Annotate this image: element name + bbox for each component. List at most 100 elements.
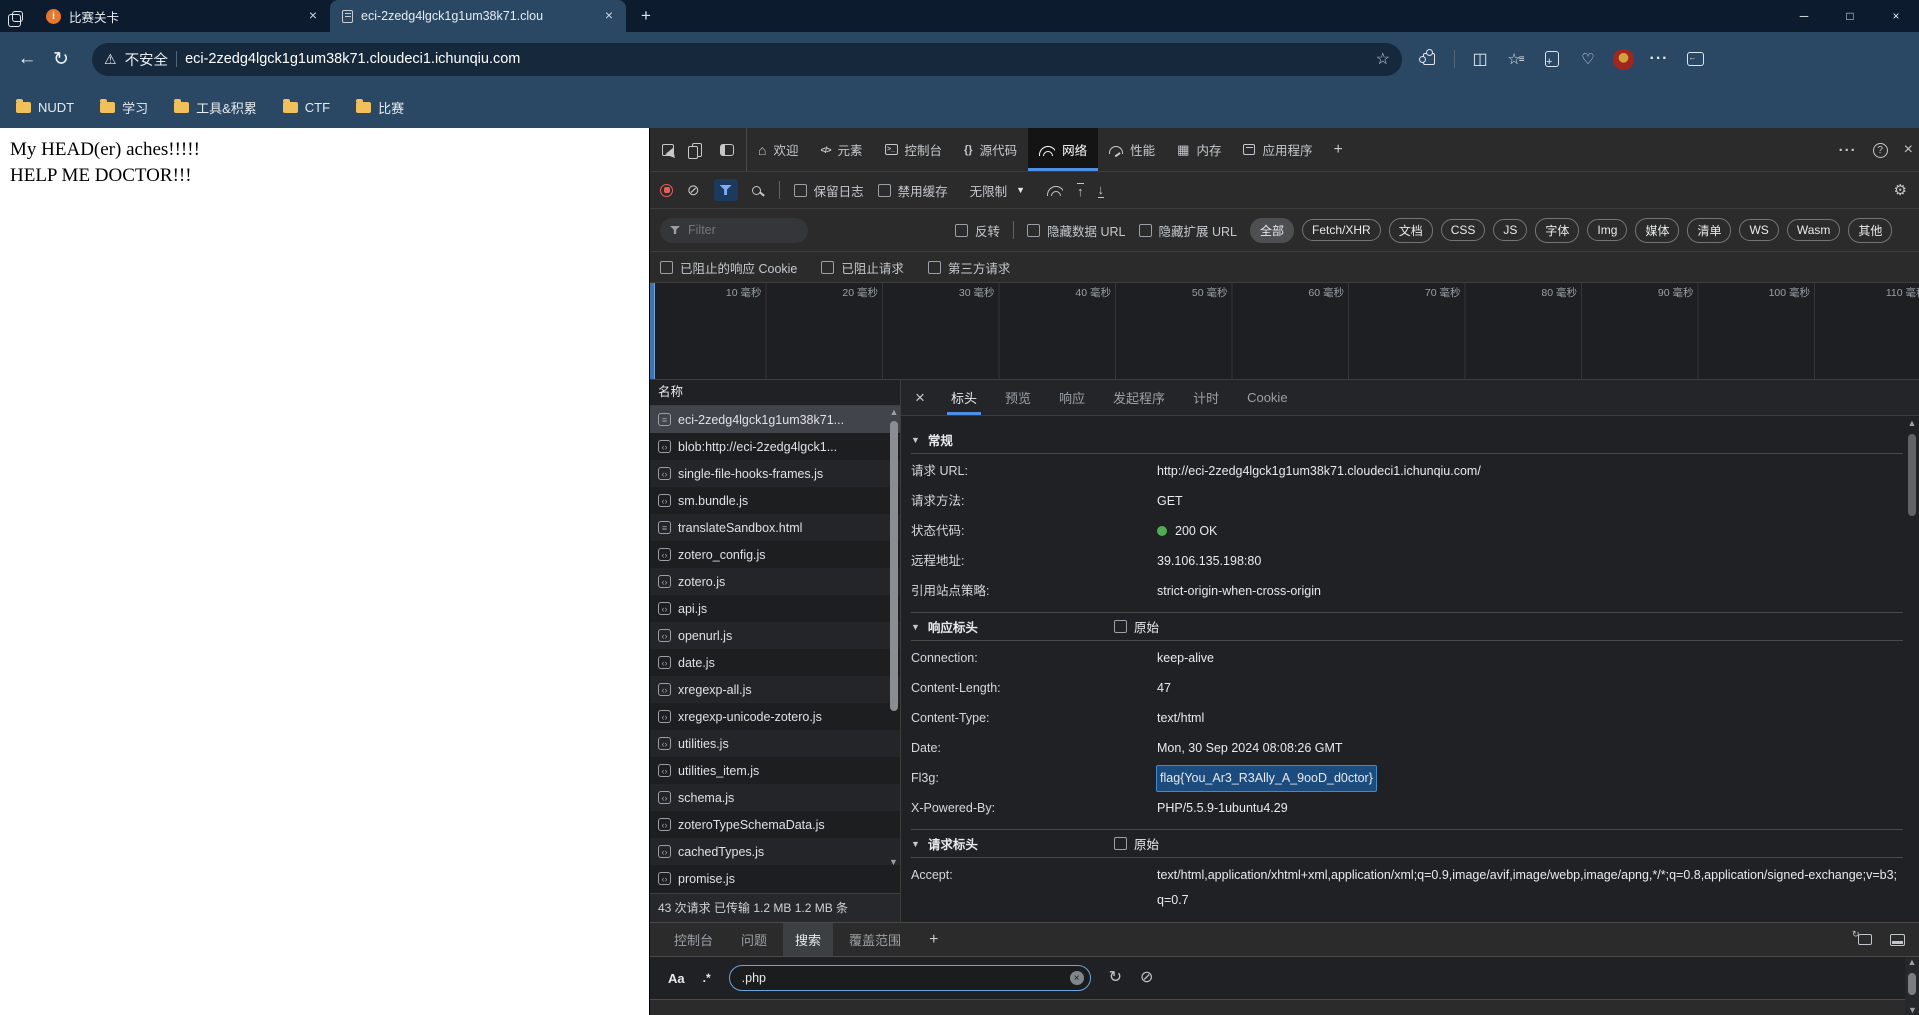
details-tab[interactable]: Cookie <box>1235 380 1299 415</box>
details-tab[interactable]: 预览 <box>993 380 1043 415</box>
request-row[interactable]: xregexp-unicode-zotero.js <box>650 703 900 730</box>
record-network-log-icon[interactable] <box>660 183 673 197</box>
inspect-element-icon[interactable] <box>662 143 674 156</box>
new-tab-button[interactable]: + <box>632 2 660 30</box>
network-conditions-icon[interactable] <box>1047 184 1064 196</box>
blocked-filter-checkbox[interactable] <box>927 260 941 274</box>
blocked-filter-checkbox[interactable] <box>660 260 673 274</box>
hide-ext-url-checkbox[interactable] <box>1138 223 1152 237</box>
request-list-header[interactable]: 名称 <box>650 380 900 406</box>
drawer-tab[interactable]: 覆盖范围 <box>837 923 913 956</box>
request-row[interactable]: zoteroTypeSchemaData.js <box>650 811 900 838</box>
dock-bottom-icon[interactable] <box>1890 933 1905 946</box>
url-text[interactable]: eci-2zedg4lgck1g1um38k71.cloudeci1.ichun… <box>185 51 1368 67</box>
devtools-tab[interactable]: 元素 <box>809 128 873 171</box>
blocked-filter-checkbox[interactable] <box>821 260 835 274</box>
raw-checkbox[interactable] <box>1113 837 1127 850</box>
details-tab[interactable]: 发起程序 <box>1101 380 1177 415</box>
scrollbar-thumb[interactable] <box>890 421 898 711</box>
clear-results-icon[interactable] <box>1140 970 1153 986</box>
settings-menu-icon[interactable] <box>1648 48 1670 70</box>
devtools-close-icon[interactable]: × <box>1904 141 1913 159</box>
split-screen-icon[interactable]: ◫ <box>1469 48 1491 70</box>
import-har-icon[interactable]: ↑ <box>1077 182 1084 198</box>
devtools-tab[interactable]: 网络 <box>1028 128 1099 171</box>
export-har-icon[interactable]: ↓ <box>1097 183 1105 198</box>
match-case-toggle[interactable]: Aa <box>668 971 685 986</box>
devtools-tab[interactable]: 内存 <box>1166 128 1232 171</box>
blocked-filter-option[interactable]: 第三方请求 <box>927 258 1010 277</box>
preserve-log-option[interactable]: 保留日志 <box>793 181 864 200</box>
drawer-tab[interactable]: 搜索 <box>783 923 834 956</box>
request-type-chip[interactable]: 媒体 <box>1635 217 1680 243</box>
request-type-chip[interactable]: Img <box>1587 219 1628 241</box>
request-type-chip[interactable]: 字体 <box>1535 217 1580 243</box>
details-close-icon[interactable]: × <box>905 380 935 415</box>
scrollbar-thumb[interactable] <box>1908 434 1916 516</box>
regex-toggle[interactable]: .* <box>703 971 711 985</box>
request-row[interactable]: cachedTypes.js <box>650 838 900 865</box>
request-row[interactable]: schema.js <box>650 784 900 811</box>
drawer-scrollbar[interactable]: ▲ ▼ <box>1905 957 1919 1015</box>
scroll-up-icon[interactable]: ▲ <box>1905 957 1919 967</box>
filter-input[interactable] <box>660 217 808 243</box>
refresh-button[interactable]: ↻ <box>44 42 78 76</box>
security-warning-icon[interactable]: ⚠ <box>104 51 117 68</box>
request-type-chip[interactable]: 全部 <box>1249 217 1294 243</box>
request-row[interactable]: single-file-hooks-frames.js <box>650 460 900 487</box>
request-type-chip[interactable]: 文档 <box>1388 217 1433 243</box>
maximize-button[interactable]: □ <box>1827 0 1873 32</box>
close-button[interactable]: × <box>1873 0 1919 32</box>
request-type-chip[interactable]: WS <box>1739 219 1779 241</box>
request-row[interactable]: zotero.js <box>650 568 900 595</box>
refresh-search-icon[interactable] <box>1109 970 1122 986</box>
request-row[interactable]: openurl.js <box>650 622 900 649</box>
hide-data-url-option[interactable]: 隐藏数据 URL <box>1027 221 1126 240</box>
clear-search-icon[interactable]: × <box>1069 971 1084 985</box>
invert-filter-option[interactable]: 反转 <box>955 221 1000 240</box>
add-panel-button[interactable]: + <box>1323 128 1352 171</box>
request-row[interactable]: sm.bundle.js <box>650 487 900 514</box>
bookmark-folder[interactable]: 比赛 <box>356 98 404 117</box>
focus-page-icon[interactable] <box>720 143 734 156</box>
devtools-menu-icon[interactable] <box>1839 143 1857 158</box>
help-icon[interactable]: ? <box>1872 142 1888 158</box>
details-tab[interactable]: 计时 <box>1181 380 1231 415</box>
devtools-tab[interactable]: 控制台 <box>874 128 954 171</box>
timeline-selection-handle[interactable] <box>650 283 655 379</box>
drawer-tab[interactable]: 控制台 <box>662 923 725 956</box>
scrollbar-thumb[interactable] <box>1908 973 1916 995</box>
network-timeline-overview[interactable]: 10 毫秒 20 毫秒 30 毫秒 40 毫秒 50 毫秒 60 毫秒 70 毫秒 80 毫秒… <box>650 283 1919 380</box>
network-settings-gear-icon[interactable] <box>1894 183 1907 198</box>
raw-toggle[interactable]: 原始 <box>1113 617 1159 636</box>
request-row[interactable]: utilities_item.js <box>650 757 900 784</box>
device-toolbar-icon[interactable] <box>688 142 702 159</box>
collapse-triangle-icon[interactable]: ▼ <box>911 435 920 445</box>
hide-data-url-checkbox[interactable] <box>1027 223 1041 237</box>
scroll-up-icon[interactable]: ▲ <box>1905 418 1919 428</box>
request-row[interactable]: api.js <box>650 595 900 622</box>
tab-close-icon[interactable]: × <box>304 7 322 25</box>
bookmark-folder[interactable]: CTF <box>282 98 330 115</box>
devtools-tab[interactable]: 应用程序 <box>1232 128 1323 171</box>
devtools-tab[interactable]: 欢迎 <box>747 128 809 171</box>
drawer-device-icon[interactable] <box>1852 929 1872 945</box>
drawer-tab[interactable]: 问题 <box>729 923 779 956</box>
hide-ext-url-option[interactable]: 隐藏扩展 URL <box>1138 221 1237 240</box>
request-row[interactable]: zotero_config.js <box>650 541 900 568</box>
scroll-up-icon[interactable]: ▲ <box>888 407 900 417</box>
request-row[interactable]: blob:http://eci-2zedg4lgck1... <box>650 433 900 460</box>
address-bar[interactable]: ⚠ 不安全 eci-2zedg4lgck1g1um38k71.cloudeci1… <box>92 42 1402 76</box>
collapse-triangle-icon[interactable]: ▼ <box>911 839 920 849</box>
blocked-filter-option[interactable]: 已阻止请求 <box>821 258 904 277</box>
request-row[interactable]: translateSandbox.html <box>650 514 900 541</box>
details-tab[interactable]: 标头 <box>939 380 989 415</box>
request-row[interactable]: eci-2zedg4lgck1g1um38k71... <box>650 406 900 433</box>
details-tab[interactable]: 响应 <box>1047 380 1097 415</box>
drawer-add-panel-button[interactable]: + <box>917 923 950 956</box>
bookmark-folder[interactable]: NUDT <box>16 98 74 115</box>
collapse-triangle-icon[interactable]: ▼ <box>911 622 920 632</box>
request-type-chip[interactable]: 清单 <box>1687 217 1732 243</box>
request-type-chip[interactable]: Wasm <box>1786 219 1841 241</box>
scroll-down-icon[interactable]: ▼ <box>1908 1005 1917 1015</box>
